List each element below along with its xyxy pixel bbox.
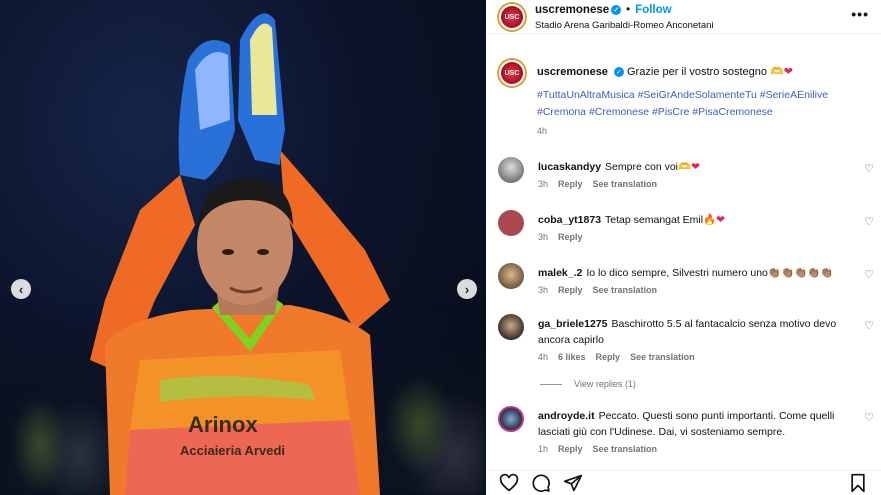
post-action-bar <box>486 470 881 495</box>
post-username[interactable]: uscremonese <box>535 4 609 16</box>
reply-button[interactable]: Reply <box>558 444 583 454</box>
see-translation-link[interactable]: See translation <box>630 352 695 362</box>
bookmark-icon[interactable] <box>847 472 869 494</box>
post-caption: USC uscremonese ✓ Grazie per il vostro so… <box>497 58 867 136</box>
comment-username[interactable]: malek_.2 <box>538 267 582 279</box>
comment-like-heart-icon[interactable]: ♡ <box>864 411 874 424</box>
comment-text: Tetap semangat Emil🔥 <box>605 214 717 226</box>
see-translation-link[interactable]: See translation <box>593 285 658 295</box>
heart-emoji: ❤ <box>783 66 793 78</box>
comment-item: lucaskandyy Sempre con voi🫶❤ 3h Reply See… <box>498 157 874 189</box>
chevron-right-icon: › <box>464 281 470 297</box>
more-options-icon[interactable]: ••• <box>851 6 869 22</box>
reply-button[interactable]: Reply <box>558 179 583 189</box>
verified-badge-icon: ✓ <box>613 67 624 78</box>
comment-timestamp: 3h <box>538 232 549 242</box>
post-image[interactable]: Arinox Acciaieria Arvedi ‹ › <box>0 0 486 495</box>
cremonese-crest-icon: USC <box>501 6 523 28</box>
header-meta: uscremonese ✓ • Follow Stadio Arena Gari… <box>535 4 714 31</box>
profile-avatar[interactable]: USC <box>497 2 527 32</box>
comment-username[interactable]: ga_briele1275 <box>538 318 607 330</box>
commenter-avatar[interactable] <box>498 210 524 236</box>
caption-username[interactable]: uscremonese <box>537 66 608 78</box>
cremonese-crest-icon: USC <box>501 62 523 84</box>
comment-timestamp: 3h <box>538 285 549 295</box>
commenter-avatar[interactable] <box>498 406 524 432</box>
reply-button[interactable]: Reply <box>558 285 583 295</box>
comment-timestamp: 1h <box>538 444 549 454</box>
comment-text: Io lo dico sempre, Silvestri numero uno👏… <box>586 267 834 279</box>
comment-likes-count[interactable]: 6 likes <box>558 352 586 362</box>
comment-item: androyde.it Peccato. Questi sono punti im… <box>498 406 874 454</box>
heart-emoji: ❤ <box>691 161 700 173</box>
see-translation-link[interactable]: See translation <box>593 179 658 189</box>
caption-hashtags[interactable]: #TuttaUnAltraMusica #SeiGrAndeSolamenteT… <box>537 87 857 121</box>
heart-outline-icon[interactable] <box>498 472 520 494</box>
comment-text: Sempre con voi🫶 <box>605 161 692 173</box>
comment-like-heart-icon[interactable]: ♡ <box>864 268 874 281</box>
comment-username[interactable]: androyde.it <box>538 410 595 422</box>
reply-button[interactable]: Reply <box>558 232 583 242</box>
commenter-avatar[interactable] <box>498 263 524 289</box>
paper-plane-icon[interactable] <box>562 472 584 494</box>
comment-username[interactable]: lucaskandyy <box>538 161 601 173</box>
replies-divider <box>540 383 562 385</box>
comment-timestamp: 3h <box>538 179 549 189</box>
comment-item: malek_.2 Io lo dico sempre, Silvestri num… <box>498 263 874 295</box>
comment-username[interactable]: coba_yt1873 <box>538 214 601 226</box>
post-header: USC uscremonese ✓ • Follow Stadio Arena … <box>486 0 881 34</box>
commenter-avatar[interactable] <box>498 157 524 183</box>
view-replies-link[interactable]: View replies (1) <box>540 379 636 389</box>
follow-button[interactable]: Follow <box>635 4 671 16</box>
verified-badge-icon: ✓ <box>611 5 622 15</box>
chevron-left-icon: ‹ <box>18 281 24 297</box>
post-location[interactable]: Stadio Arena Garibaldi-Romeo Anconetani <box>535 20 714 31</box>
post-details-panel: USC uscremonese ✓ • Follow Stadio Arena … <box>486 0 881 495</box>
see-translation-link[interactable]: See translation <box>593 444 658 454</box>
comment-item: coba_yt1873 Tetap semangat Emil🔥❤ 3h Repl… <box>498 210 874 242</box>
commenter-avatar[interactable] <box>498 314 524 340</box>
comment-item: ga_briele1275 Baschirotto 5.5 al fantacal… <box>498 314 874 362</box>
comment-like-heart-icon[interactable]: ♡ <box>864 215 874 228</box>
heart-emoji: ❤ <box>716 214 725 226</box>
comment-icon[interactable] <box>530 472 552 494</box>
caption-avatar[interactable]: USC <box>497 58 527 88</box>
separator-dot: • <box>626 4 631 16</box>
view-replies-label: View replies (1) <box>574 379 636 389</box>
caption-timestamp: 4h <box>537 126 548 136</box>
shirt-sponsor-subtext: Acciaieria Arvedi <box>180 443 285 458</box>
comment-like-heart-icon[interactable]: ♡ <box>864 319 874 332</box>
comment-timestamp: 4h <box>538 352 549 362</box>
shirt-sponsor-text: Arinox <box>188 412 258 437</box>
reply-button[interactable]: Reply <box>596 352 621 362</box>
next-image-button[interactable]: › <box>457 279 477 299</box>
prev-image-button[interactable]: ‹ <box>11 279 31 299</box>
comment-like-heart-icon[interactable]: ♡ <box>864 162 874 175</box>
goalkeeper-photo: Arinox Acciaieria Arvedi <box>90 13 390 495</box>
caption-text: Grazie per il vostro sostegno 🫶 <box>627 66 784 78</box>
